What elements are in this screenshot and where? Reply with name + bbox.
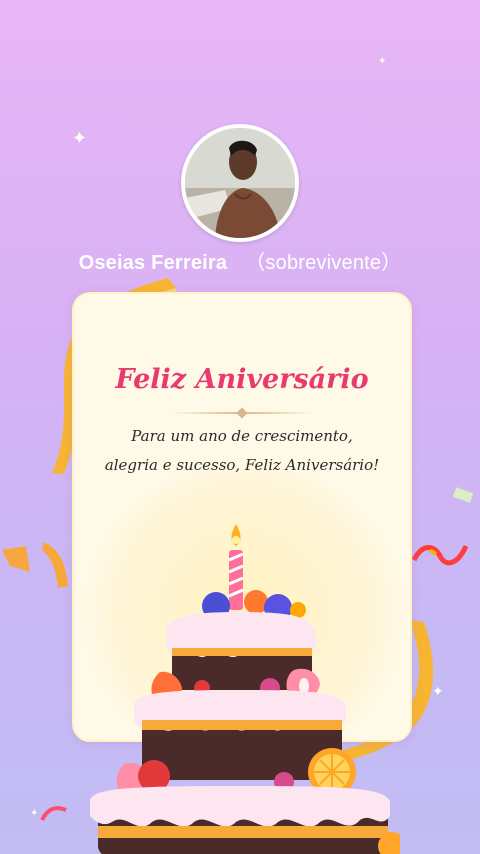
confetti-icon	[40, 806, 67, 821]
profile-name: Oseias Ferreira （sobrevivente）	[0, 246, 480, 275]
profile-name-text: Oseias Ferreira	[78, 252, 228, 274]
avatar[interactable]	[181, 124, 299, 242]
card-message: Para um ano de crescimento, alegria e su…	[104, 427, 380, 474]
birthday-greeting-screen: ✦ ✦ ✦ ✦ Oseias Ferreira （sobrevivente） F…	[0, 0, 480, 854]
person-photo-icon	[185, 128, 295, 238]
profile-tag: （sobrevivente）	[245, 252, 402, 274]
confetti-icon	[412, 544, 468, 566]
confetti-icon	[452, 487, 474, 503]
sparkle-icon: ✦	[30, 808, 39, 819]
sparkle-icon: ✦	[72, 128, 88, 149]
card-divider	[170, 412, 314, 414]
confetti-icon	[2, 546, 30, 572]
sparkle-icon: ✦	[378, 56, 387, 67]
birthday-cake-icon	[90, 524, 400, 854]
confetti-icon	[42, 542, 68, 588]
card-title: Feliz Aniversário	[115, 364, 369, 395]
profile-photo	[185, 128, 295, 238]
